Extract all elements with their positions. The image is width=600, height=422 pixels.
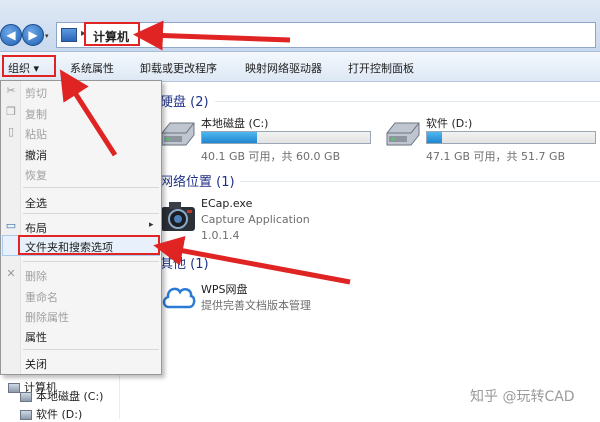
watermark-text: 知乎 @玩转CAD	[470, 389, 575, 405]
hard-drive-icon	[161, 122, 195, 146]
group-divider	[240, 181, 600, 182]
drive-name: 本地磁盘 (C:)	[201, 117, 269, 130]
copy-icon: ❐	[6, 105, 16, 118]
drive-free-space: 47.1 GB 可用，共 51.7 GB	[426, 150, 566, 163]
menu-item-paste[interactable]: 粘贴	[25, 126, 47, 142]
network-item-ecap[interactable]: ECap.exe Capture Application 1.0.1.4	[160, 197, 360, 247]
drive-free-space: 40.1 GB 可用，共 60.0 GB	[201, 150, 341, 163]
recent-pages-dropdown[interactable]: ▾	[45, 32, 53, 40]
camera-icon	[161, 202, 195, 231]
uninstall-program-button[interactable]: 卸载或更改程序	[140, 60, 217, 76]
drive-name: 软件 (D:)	[426, 117, 473, 130]
menu-item-copy[interactable]: 复制	[25, 106, 47, 122]
system-properties-button[interactable]: 系统属性	[70, 60, 114, 76]
nav-item-label: 软件 (D:)	[36, 408, 83, 421]
layout-icon: ▭	[5, 219, 17, 232]
menu-item-select-all[interactable]: 全选	[25, 195, 47, 211]
menu-separator	[23, 187, 159, 188]
forward-button[interactable]: ▶	[22, 24, 44, 46]
menu-item-properties[interactable]: 属性	[25, 329, 47, 345]
group-header-other[interactable]: 其他 (1)	[160, 253, 209, 272]
menu-item-layout[interactable]: 布局	[25, 220, 47, 236]
network-item-description: Capture Application	[201, 213, 310, 226]
computer-icon	[8, 383, 20, 393]
annotation-box-organize	[2, 55, 56, 77]
menu-item-remove-properties[interactable]: 删除属性	[25, 309, 69, 325]
menu-item-delete[interactable]: 删除	[25, 268, 47, 284]
drive-usage-fill	[202, 132, 258, 143]
drive-usage-bar	[201, 131, 371, 144]
organize-menu: ✂ 剪切 ❐ 复制 ▯ 粘贴 撤消 恢复 全选 ▭ 布局 ▸ 文件夹和搜索选项 …	[0, 80, 162, 375]
hard-drive-icon	[20, 392, 32, 402]
group-header-hard-disks[interactable]: 硬盘 (2)	[160, 91, 209, 110]
other-item-wps[interactable]: WPS网盘 提供完善文档版本管理	[160, 281, 360, 321]
menu-separator	[23, 261, 159, 262]
back-arrow-icon: ◀	[6, 28, 16, 42]
menu-separator	[23, 213, 159, 214]
other-item-name: WPS网盘	[201, 283, 248, 296]
open-control-panel-button[interactable]: 打开控制面板	[348, 60, 414, 76]
delete-icon: ✕	[6, 267, 16, 280]
menu-item-cut[interactable]: 剪切	[25, 85, 47, 101]
drive-c[interactable]: 本地磁盘 (C:) 40.1 GB 可用，共 60.0 GB	[160, 115, 380, 165]
drive-usage-bar	[426, 131, 596, 144]
command-toolbar: 组织 ▾ 系统属性 卸载或更改程序 映射网络驱动器 打开控制面板	[0, 52, 600, 82]
nav-item-label: 本地磁盘 (C:)	[36, 390, 104, 403]
group-header-network[interactable]: 网络位置 (1)	[160, 171, 235, 190]
network-item-name: ECap.exe	[201, 197, 253, 210]
forward-arrow-icon: ▶	[28, 28, 38, 42]
other-item-description: 提供完善文档版本管理	[201, 299, 311, 312]
nav-item-d-drive[interactable]: 软件 (D:)	[20, 406, 82, 422]
annotation-box-folder-options	[18, 235, 160, 255]
submenu-arrow-icon: ▸	[149, 220, 154, 230]
hard-drive-icon	[386, 122, 420, 146]
network-item-version: 1.0.1.4	[201, 229, 240, 242]
scissors-icon: ✂	[6, 84, 16, 97]
menu-separator	[23, 349, 159, 350]
drive-usage-fill	[427, 132, 443, 143]
map-network-drive-button[interactable]: 映射网络驱动器	[245, 60, 322, 76]
menu-item-close[interactable]: 关闭	[25, 356, 47, 372]
cloud-icon	[162, 287, 196, 309]
menu-item-rename[interactable]: 重命名	[25, 289, 58, 305]
menu-item-redo[interactable]: 恢复	[25, 167, 47, 183]
group-divider	[215, 101, 600, 102]
annotation-box-address	[84, 22, 140, 46]
back-button[interactable]: ◀	[0, 24, 22, 46]
drive-d[interactable]: 软件 (D:) 47.1 GB 可用，共 51.7 GB	[385, 115, 600, 165]
nav-item-c-drive[interactable]: 本地磁盘 (C:)	[20, 388, 103, 404]
menu-item-undo[interactable]: 撤消	[25, 147, 47, 163]
computer-icon	[61, 28, 77, 42]
paste-icon: ▯	[7, 125, 15, 138]
